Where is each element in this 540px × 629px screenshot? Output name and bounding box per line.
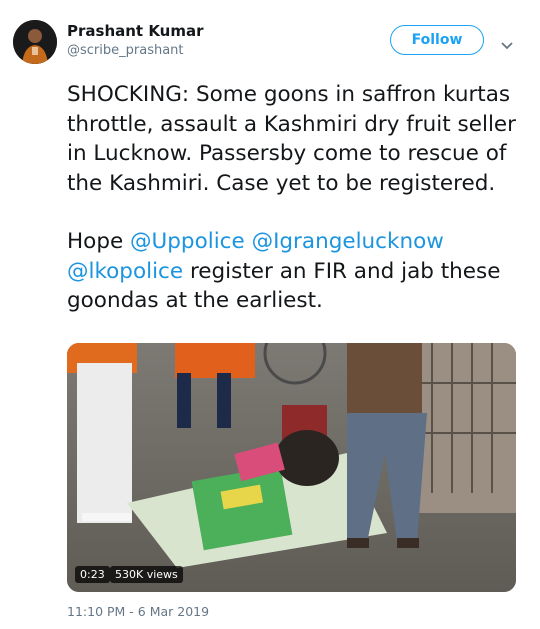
avatar[interactable] xyxy=(13,20,57,64)
follow-button[interactable]: Follow xyxy=(390,25,484,55)
avatar-image xyxy=(13,20,57,64)
video-duration: 0:23 xyxy=(75,566,110,583)
video-player[interactable]: 0:23 530K views xyxy=(67,343,516,592)
mention-link-uppolice[interactable]: @Uppolice xyxy=(130,229,245,254)
video-view-count: 530K views xyxy=(110,566,183,583)
tweet-hope-text: Hope xyxy=(67,229,131,254)
video-thumbnail xyxy=(67,343,516,592)
author-handle[interactable]: @scribe_prashant xyxy=(67,43,184,58)
mention-link-igrangelucknow[interactable]: @Igrangelucknow xyxy=(252,229,444,254)
tweet-text: SHOCKING: Some goons in saffron kurtas t… xyxy=(67,80,517,316)
tweet-timestamp[interactable]: 11:10 PM - 6 Mar 2019 xyxy=(67,604,209,619)
mention-link-lkopolice[interactable]: @lkopolice xyxy=(67,259,183,284)
tweet-paragraph-2: Hope @Uppolice @Igrangelucknow @lkopolic… xyxy=(67,227,517,316)
author-name[interactable]: Prashant Kumar xyxy=(67,22,204,40)
chevron-down-icon[interactable] xyxy=(500,36,514,50)
tweet-paragraph-1: SHOCKING: Some goons in saffron kurtas t… xyxy=(67,82,516,196)
